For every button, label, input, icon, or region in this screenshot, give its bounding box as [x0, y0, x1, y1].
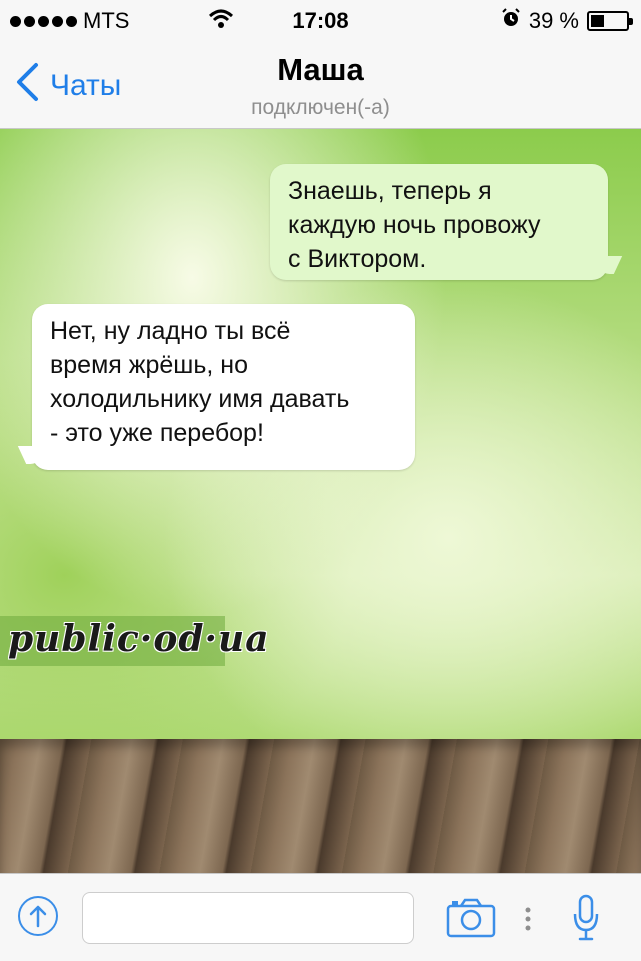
- message-line: каждую ночь провожу: [288, 211, 541, 239]
- message-line: Знаешь, теперь я: [288, 177, 492, 205]
- watermark: public·od·ua: [0, 616, 269, 666]
- chat-area[interactable]: Знаешь, теперь я каждую ночь провожу с В…: [0, 129, 641, 873]
- upload-icon: [29, 905, 47, 928]
- battery-icon: [587, 11, 633, 31]
- outgoing-message[interactable]: Знаешь, теперь я каждую ночь провожу с В…: [270, 164, 608, 280]
- input-bar: [0, 873, 641, 961]
- battery-percent: 39 %: [528, 8, 579, 33]
- camera-button[interactable]: [446, 898, 496, 938]
- microphone-button[interactable]: [572, 894, 600, 942]
- message-line: холодильнику имя давать: [50, 385, 350, 413]
- microphone-icon: [573, 894, 599, 941]
- message-input[interactable]: [82, 892, 414, 944]
- wooden-deck-background: [0, 739, 641, 873]
- message-line: с Виктором.: [288, 245, 427, 273]
- incoming-message[interactable]: Нет, ну ладно ты всё время жрёшь, но хол…: [32, 304, 415, 470]
- status-right-group: 39 %: [501, 8, 633, 34]
- status-bar: MTS 17:08 39 %: [0, 0, 641, 40]
- contact-name[interactable]: Маша: [0, 52, 641, 88]
- navigation-bar: Чаты Маша подключен(-а): [0, 40, 641, 129]
- camera-icon: [446, 898, 496, 938]
- watermark-text: public·od·ua: [8, 618, 270, 660]
- upload-button[interactable]: [18, 896, 58, 936]
- message-line: Нет, ну ладно ты всё: [50, 317, 291, 345]
- contact-status: подключен(-а): [251, 96, 390, 119]
- message-line: время жрёшь, но: [50, 351, 248, 379]
- more-dots-icon[interactable]: [524, 907, 532, 936]
- message-line: - это уже перебор!: [50, 419, 264, 447]
- alarm-icon: [501, 8, 521, 34]
